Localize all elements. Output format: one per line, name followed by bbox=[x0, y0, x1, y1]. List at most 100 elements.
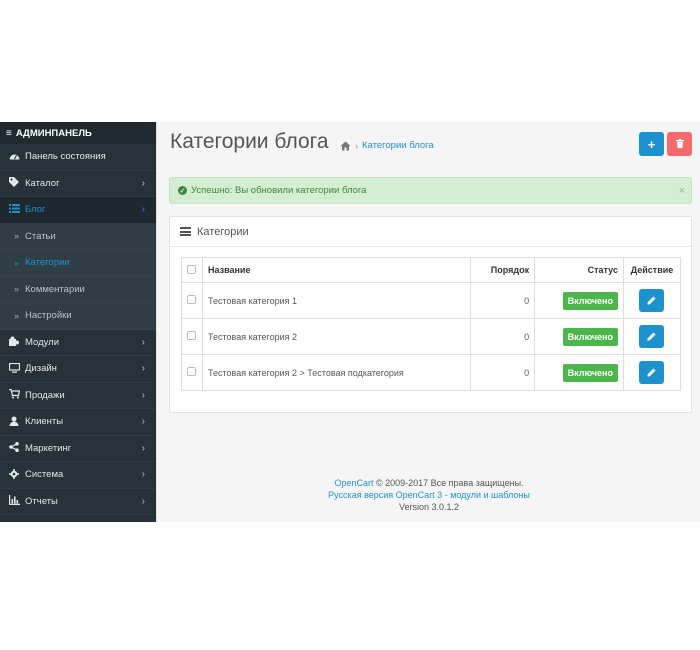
row-checkbox[interactable] bbox=[187, 331, 197, 340]
page-title: Категории блога bbox=[170, 130, 329, 153]
pencil-icon bbox=[647, 296, 656, 305]
row-checkbox[interactable] bbox=[187, 367, 197, 376]
status-badge: Включено bbox=[562, 291, 618, 310]
sidebar-subitem-label: Комментарии bbox=[25, 283, 85, 295]
sidebar-item-catalog[interactable]: Каталог › bbox=[0, 171, 156, 197]
sidebar-item-reports[interactable]: Отчеты › bbox=[0, 489, 156, 515]
category-name: Тестовая категория 1 bbox=[201, 282, 472, 319]
add-button[interactable]: + bbox=[639, 132, 664, 156]
opencart-link[interactable]: OpenCart bbox=[334, 478, 373, 488]
column-action: Действие bbox=[622, 257, 682, 283]
chevron-right-icon: › bbox=[141, 442, 145, 454]
status-cell: Включено bbox=[534, 282, 624, 319]
sidebar-item-sales[interactable]: Продажи › bbox=[0, 383, 156, 409]
category-name: Тестовая категория 2 bbox=[201, 318, 472, 355]
action-cell bbox=[622, 282, 682, 319]
list-icon bbox=[180, 227, 191, 236]
sidebar-item-label: Модули bbox=[25, 336, 60, 348]
sidebar-subitem-label: Настройки bbox=[25, 310, 72, 322]
edit-button[interactable] bbox=[639, 361, 665, 384]
plus-icon: + bbox=[647, 136, 656, 152]
menu-icon: ≡ bbox=[6, 127, 12, 139]
breadcrumb-separator: › bbox=[355, 140, 358, 151]
russian-version-link[interactable]: Русская версия OpenCart 3 - модули и шаб… bbox=[157, 489, 700, 501]
sidebar-item-system[interactable]: Система › bbox=[0, 462, 156, 489]
sidebar-item-customers[interactable]: Клиенты › bbox=[0, 409, 156, 436]
sidebar-subitem-comments[interactable]: » Комментарии bbox=[0, 276, 156, 303]
edit-button[interactable] bbox=[639, 289, 665, 312]
status-cell: Включено bbox=[534, 318, 624, 355]
table-header-row: Название Порядок Статус Действие bbox=[181, 257, 682, 283]
sidebar-item-design[interactable]: Дизайн › bbox=[0, 356, 156, 383]
sidebar-item-label: Продажи bbox=[25, 389, 65, 401]
categories-panel: Категории Название Порядок Статус Действ… bbox=[169, 216, 692, 413]
tag-icon bbox=[8, 177, 20, 189]
pencil-icon bbox=[647, 368, 656, 377]
share-icon bbox=[8, 442, 20, 454]
status-cell: Включено bbox=[534, 354, 624, 391]
column-status[interactable]: Статус bbox=[534, 257, 624, 283]
double-chevron-icon: » bbox=[14, 310, 20, 321]
double-chevron-icon: » bbox=[14, 284, 20, 295]
sidebar-subitem-articles[interactable]: » Статьи bbox=[0, 223, 156, 250]
footer-copyright: OpenCart © 2009-2017 Все права защищены. bbox=[157, 477, 700, 489]
sidebar-item-label: Маркетинг bbox=[25, 442, 72, 454]
user-icon bbox=[8, 416, 20, 428]
sidebar-item-label: Система bbox=[25, 469, 64, 481]
chevron-right-icon: › bbox=[141, 336, 145, 348]
footer-copyright-text: © 2009-2017 Все права защищены. bbox=[373, 478, 524, 488]
chevron-right-icon: › bbox=[141, 363, 145, 375]
action-cell bbox=[622, 318, 682, 355]
monitor-icon bbox=[8, 362, 20, 375]
admin-window: ≡ АДМИНПАНЕЛЬ Панель состояния Каталог ›… bbox=[0, 122, 700, 522]
list-icon bbox=[8, 204, 20, 215]
sidebar-item-label: Каталог bbox=[25, 177, 60, 189]
action-cell bbox=[622, 354, 682, 391]
panel-title: Категории bbox=[197, 225, 249, 238]
cart-icon bbox=[8, 389, 20, 401]
sidebar-header[interactable]: ≡ АДМИНПАНЕЛЬ bbox=[0, 122, 156, 144]
categories-table: Название Порядок Статус Действие Тестова… bbox=[181, 257, 682, 391]
dashboard-icon bbox=[8, 151, 20, 162]
chevron-right-icon: › bbox=[141, 416, 145, 428]
chevron-right-icon: › bbox=[141, 177, 145, 189]
sidebar-item-label: Отчеты bbox=[25, 495, 58, 507]
main-content: Категории блога › Категории блога + ✓ Ус… bbox=[156, 122, 700, 522]
column-order[interactable]: Порядок bbox=[470, 257, 536, 283]
select-all-checkbox[interactable] bbox=[187, 264, 197, 274]
sidebar-item-label: Клиенты bbox=[25, 416, 64, 428]
table-row: Тестовая категория 1 0 Включено bbox=[181, 282, 682, 319]
status-badge: Включено bbox=[562, 327, 618, 346]
footer: OpenCart © 2009-2017 Все права защищены.… bbox=[157, 477, 700, 513]
category-order: 0 bbox=[470, 282, 536, 319]
sidebar-item-blog[interactable]: Блог › bbox=[0, 197, 156, 224]
sidebar-item-label: Дизайн bbox=[25, 363, 57, 375]
select-all-cell bbox=[181, 257, 203, 283]
pencil-icon bbox=[647, 332, 656, 341]
sidebar-item-marketing[interactable]: Маркетинг › bbox=[0, 436, 156, 462]
row-select-cell bbox=[181, 318, 203, 355]
sidebar-item-dashboard[interactable]: Панель состояния bbox=[0, 144, 156, 171]
close-icon[interactable]: × bbox=[679, 185, 685, 197]
category-order: 0 bbox=[470, 354, 536, 391]
table-row: Тестовая категория 2 0 Включено bbox=[181, 318, 682, 355]
gear-icon bbox=[8, 468, 20, 481]
delete-button[interactable] bbox=[667, 132, 692, 156]
category-order: 0 bbox=[470, 318, 536, 355]
bar-chart-icon bbox=[8, 495, 20, 507]
sidebar-subitem-settings[interactable]: » Настройки bbox=[0, 303, 156, 330]
chevron-right-icon: › bbox=[141, 469, 145, 481]
sidebar: ≡ АДМИНПАНЕЛЬ Панель состояния Каталог ›… bbox=[0, 122, 156, 522]
home-icon[interactable] bbox=[340, 141, 351, 151]
breadcrumb: › Категории блога bbox=[340, 140, 434, 151]
sidebar-subitem-categories[interactable]: » Категории bbox=[0, 250, 156, 277]
breadcrumb-link[interactable]: Категории блога bbox=[362, 140, 434, 151]
category-name: Тестовая категория 2 > Тестовая подкатег… bbox=[201, 354, 472, 391]
sidebar-item-modules[interactable]: Модули › bbox=[0, 330, 156, 356]
panel-heading: Категории bbox=[170, 217, 691, 247]
column-name[interactable]: Название bbox=[201, 257, 472, 283]
double-chevron-icon: » bbox=[14, 231, 20, 242]
row-checkbox[interactable] bbox=[187, 295, 197, 304]
edit-button[interactable] bbox=[639, 325, 665, 348]
trash-icon bbox=[675, 135, 684, 153]
